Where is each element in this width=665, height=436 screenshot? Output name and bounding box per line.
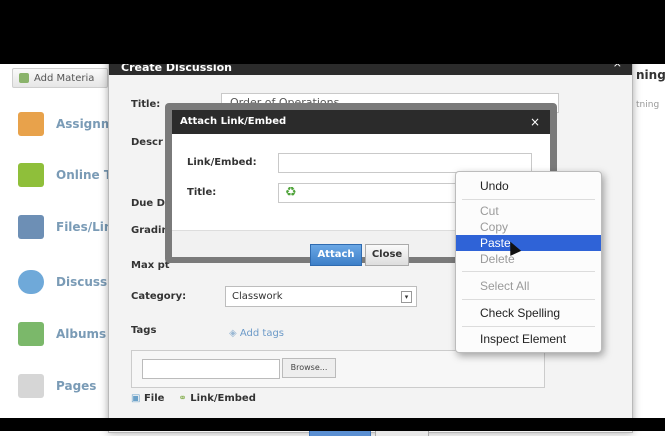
menu-item-inspect-element[interactable]: Inspect Element xyxy=(456,331,601,347)
upload-area: Browse... xyxy=(131,350,545,388)
menu-item-undo[interactable]: Undo xyxy=(456,178,601,194)
menu-item-cut[interactable]: Cut xyxy=(456,203,601,219)
link-embed-input[interactable] xyxy=(278,153,532,173)
discussion-icon xyxy=(18,270,44,294)
max-points-label: Max pt xyxy=(131,260,170,271)
menu-item-paste[interactable]: Paste xyxy=(456,235,601,251)
tags-label: Tags xyxy=(131,325,157,336)
add-tags-link[interactable]: ◈ Add tags xyxy=(229,328,284,339)
add-materials-label: Add Materia xyxy=(34,72,95,84)
link-icon: ⚭ xyxy=(178,393,191,404)
category-label: Category: xyxy=(131,291,187,302)
file-path-input[interactable] xyxy=(142,359,280,379)
attach-dialog-title: Attach Link/Embed xyxy=(172,110,550,134)
context-menu: Undo Cut Copy Paste Delete Select All Ch… xyxy=(455,171,602,353)
sidebar-item-label: Files/Lin xyxy=(56,220,113,234)
assignment-icon xyxy=(18,112,44,136)
sidebar-item-discussion[interactable]: Discuss xyxy=(18,270,107,294)
tag-icon: ◈ xyxy=(229,328,240,339)
sidebar-item-albums[interactable]: Albums xyxy=(18,322,106,346)
menu-item-select-all[interactable]: Select All xyxy=(456,278,601,294)
file-link[interactable]: ▣ File xyxy=(131,393,164,404)
files-icon xyxy=(18,215,44,239)
right-heading-fragment: ning xyxy=(636,68,665,82)
albums-icon xyxy=(18,322,44,346)
attach-button[interactable]: Attach xyxy=(310,244,362,266)
chevron-down-icon: ▾ xyxy=(401,291,412,303)
link-embed-label: Link/Embed: xyxy=(187,157,257,168)
top-letterbox xyxy=(0,0,665,64)
sidebar-item-pages[interactable]: Pages xyxy=(18,374,96,398)
sidebar-item-online-test[interactable]: Online T xyxy=(18,163,112,187)
sidebar-item-label: Discuss xyxy=(56,275,108,289)
pages-icon xyxy=(18,374,44,398)
sidebar-item-label: Online T xyxy=(56,168,113,182)
description-label: Descr xyxy=(131,137,163,148)
category-select[interactable]: Classwork ▾ xyxy=(225,286,417,307)
menu-item-copy[interactable]: Copy xyxy=(456,219,601,235)
add-materials-button[interactable]: Add Materia xyxy=(12,68,108,88)
grading-label: Gradin xyxy=(131,225,169,236)
close-button[interactable]: Close xyxy=(365,244,409,266)
file-icon: ▣ xyxy=(131,393,144,404)
attach-close-icon[interactable]: × xyxy=(530,110,540,134)
add-materials-icon xyxy=(19,73,29,83)
bottom-letterbox xyxy=(0,418,665,431)
sidebar-item-label: Albums xyxy=(56,327,107,341)
refresh-icon[interactable]: ♻ xyxy=(285,185,297,200)
menu-separator xyxy=(462,299,595,300)
menu-separator xyxy=(462,271,595,272)
menu-separator xyxy=(462,199,595,200)
right-subtext-fragment: tning xyxy=(636,100,660,110)
online-test-icon xyxy=(18,163,44,187)
menu-item-check-spelling[interactable]: Check Spelling xyxy=(456,305,601,321)
sidebar-item-files[interactable]: Files/Lin xyxy=(18,215,112,239)
attachment-links: ▣ File ⚭ Link/Embed xyxy=(131,393,256,404)
sidebar-item-label: Pages xyxy=(56,379,97,393)
menu-item-delete[interactable]: Delete xyxy=(456,251,601,267)
sidebar-item-assignment[interactable]: Assignm xyxy=(18,112,113,136)
title-label: Title: xyxy=(131,99,161,110)
link-embed-link[interactable]: ⚭ Link/Embed xyxy=(178,393,255,404)
menu-separator xyxy=(462,326,595,327)
link-title-label: Title: xyxy=(187,187,217,198)
sidebar-item-label: Assignm xyxy=(56,117,114,131)
browse-button[interactable]: Browse... xyxy=(282,358,336,378)
category-value: Classwork xyxy=(232,291,283,302)
